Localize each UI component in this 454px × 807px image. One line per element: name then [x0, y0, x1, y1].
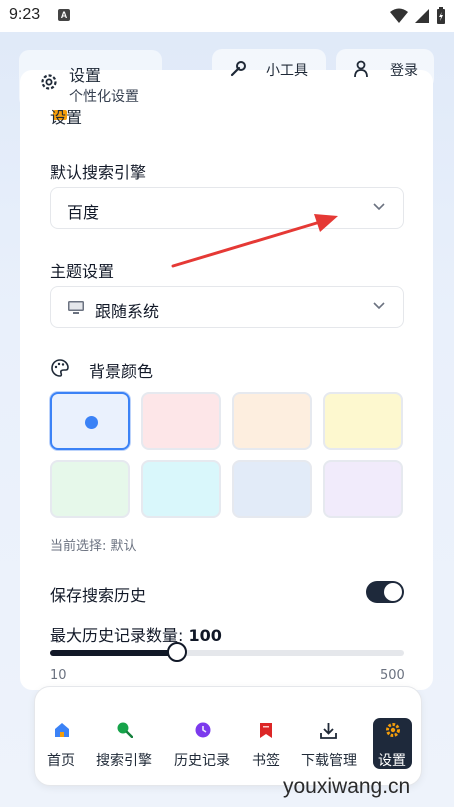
home-icon	[55, 723, 69, 737]
max-history-label-prefix: 最大历史记录数量:	[50, 626, 189, 645]
nav-item-settings[interactable]: 设置	[378, 750, 406, 770]
user-icon	[354, 60, 368, 78]
max-history-slider-track[interactable]	[50, 650, 404, 656]
tools-button[interactable]: 小工具	[212, 49, 326, 89]
login-label: 登录	[390, 63, 418, 79]
login-button[interactable]: 登录	[336, 49, 434, 89]
background-color-label: 背景颜色	[89, 362, 154, 381]
color-swatch[interactable]	[232, 392, 312, 450]
bookmark-icon	[260, 723, 272, 738]
status-time: 9:23	[9, 6, 41, 23]
history-icon	[195, 722, 211, 738]
chevron-down-icon	[373, 302, 385, 310]
color-swatch[interactable]	[50, 460, 130, 518]
selected-indicator	[85, 416, 98, 429]
color-swatch[interactable]	[50, 392, 130, 450]
nav-item-bookmarks[interactable]: 书签	[252, 750, 280, 770]
chevron-down-icon	[373, 203, 385, 211]
theme-value: 跟随系统	[95, 302, 160, 321]
color-swatch[interactable]	[323, 392, 403, 450]
notification-icon: A	[58, 9, 70, 21]
battery-icon	[437, 7, 445, 24]
save-history-toggle[interactable]	[366, 581, 404, 603]
nav-item-history[interactable]: 历史记录	[174, 750, 230, 770]
download-icon	[320, 723, 337, 739]
max-history-value: 100	[188, 626, 222, 645]
watermark: youxiwang.cn	[283, 775, 411, 798]
wifi-icon	[390, 8, 408, 23]
save-history-label: 保存搜索历史	[50, 586, 147, 605]
page-subtitle: 个性化设置	[69, 89, 139, 105]
nav-item-search-engine[interactable]: 搜索引擎	[96, 750, 152, 770]
theme-select[interactable]: 跟随系统	[50, 286, 404, 328]
monitor-icon	[68, 301, 84, 314]
status-bar: 9:23 A	[0, 0, 454, 32]
nav-item-home[interactable]: 首页	[47, 750, 75, 770]
slider-fill	[50, 650, 178, 656]
current-selection-text: 当前选择: 默认	[50, 539, 137, 554]
toggle-knob	[384, 583, 402, 601]
signal-icon	[415, 9, 429, 23]
theme-label: 主题设置	[50, 262, 115, 281]
nav-item-downloads[interactable]: 下载管理	[301, 750, 357, 770]
color-swatch[interactable]	[141, 392, 221, 450]
palette-icon	[51, 359, 69, 377]
color-swatch[interactable]	[323, 460, 403, 518]
color-swatch[interactable]	[232, 460, 312, 518]
gear-icon	[41, 74, 57, 90]
gear-icon	[386, 723, 400, 737]
wrench-icon	[230, 61, 246, 77]
search-engine-label: 默认搜索引擎	[50, 163, 147, 182]
page-title: 设置	[69, 66, 102, 85]
slider-max-label: 500	[380, 668, 405, 683]
tools-label: 小工具	[266, 63, 308, 79]
slider-min-label: 10	[50, 668, 67, 683]
max-history-label: 最大历史记录数量: 100	[50, 622, 222, 646]
max-history-slider-thumb[interactable]	[167, 642, 188, 662]
color-swatch[interactable]	[141, 460, 221, 518]
search-engine-value: 百度	[67, 203, 100, 222]
annotation-arrow	[171, 214, 338, 268]
status-icons	[390, 7, 446, 25]
search-icon	[117, 722, 133, 738]
bottom-navigation	[34, 686, 422, 786]
